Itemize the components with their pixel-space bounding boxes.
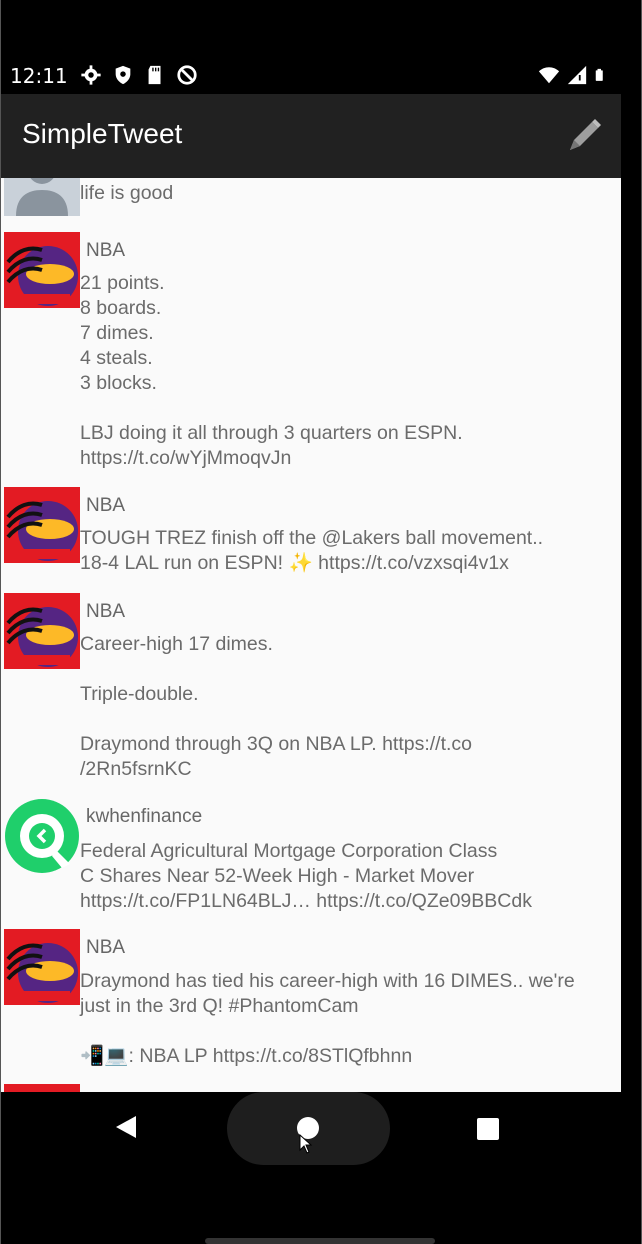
bottom-edge [205,1238,435,1244]
shield-icon [115,65,131,85]
tweet-body: TOUGH TREZ finish off the @Lakers ball m… [80,527,544,574]
default-user-avatar [4,178,80,216]
battery-icon [595,68,603,81]
pencil-icon[interactable] [560,112,608,160]
tweet-body: 21 points. 8 boards. 7 dimes. 4 steals. … [80,272,463,469]
tweet-handle: NBA [86,601,126,622]
tweet-body: Career-high 17 dimes. Triple-double. Dra… [80,633,473,780]
nba-lakers-avatar [4,593,80,669]
signal-icon [567,65,587,85]
status-time: 12:11 [10,64,68,88]
gear-icon [81,65,101,85]
mouse-cursor-icon [299,1134,313,1154]
tweet-handle: NBA [86,240,126,261]
status-bar: 12:11 [0,56,620,94]
app-bar: SimpleTweet [0,94,621,178]
tweet-body: life is good [80,182,174,204]
tweet-handle: kwhenfinance [86,806,203,827]
wifi-icon [538,67,560,84]
nba-lakers-avatar [4,232,80,308]
app-title: SimpleTweet [22,118,183,149]
tweet-timeline[interactable]: life is good NBA 21 points. 8 boards. 7 … [0,178,621,1092]
screen-border-left [0,0,1,1244]
kwhen-logo-avatar [4,798,80,874]
back-triangle-icon[interactable] [114,1114,138,1140]
recents-square-icon[interactable] [477,1118,499,1140]
tweet-handle: NBA [86,937,126,958]
sd-card-icon [148,65,161,85]
tweet-body: Draymond has tied his career-high with 1… [80,970,575,1067]
next-tweet-avatar-peek [4,1084,80,1092]
tweet-handle: NBA [86,495,126,516]
vpn-icon [177,65,197,85]
tweet-body: Federal Agricultural Mortgage Corporatio… [80,840,532,912]
nba-lakers-avatar [4,929,80,1005]
nba-lakers-avatar [4,487,80,563]
navigation-bar [0,1092,621,1244]
phone-screen: 12:11 SimpleTweet life is good NBA 21 po… [0,0,642,1244]
